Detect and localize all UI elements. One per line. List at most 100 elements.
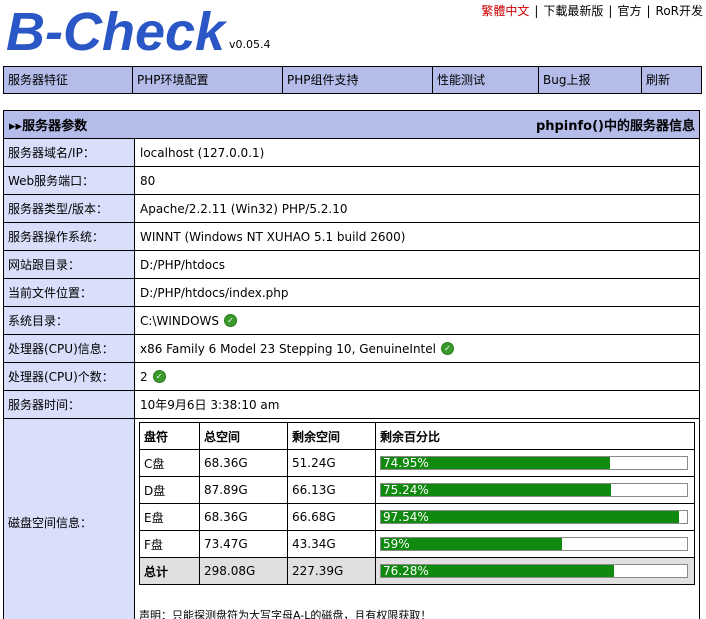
row-domain-ip: 服务器域名/IP： localhost (127.0.0.1) [4,139,699,167]
disk-cell: 盘符 总空间 剩余空间 剩余百分比 C盘 68.36G 51.24G 74.95… [135,419,699,619]
panel-header: ▸▸服务器参数 phpinfo()中的服务器信息 [4,111,699,139]
free-cell: 227.39G [287,557,376,585]
row-label: Web服务端口： [4,167,135,194]
table-row-total: 总计 298.08G 227.39G 76.28% [139,557,695,585]
row-label: 服务器时间： [4,391,135,418]
panel-title: 服务器参数 [22,119,88,134]
server-params-panel: ▸▸服务器参数 phpinfo()中的服务器信息 服务器域名/IP： localh… [3,110,700,619]
row-label: 磁盘空间信息： [4,419,135,619]
percent-cell: 75.24% [375,476,695,504]
free-cell: 51.24G [287,449,376,477]
row-value: 2 [140,369,148,384]
row-value: 80 [140,173,156,188]
separator: | [646,4,651,18]
check-icon[interactable]: ✓ [152,370,166,383]
total-cell: 298.08G [199,557,288,585]
drive-cell: C盘 [139,449,200,477]
progress-bar: 76.28% [380,564,688,578]
nav-item-php-components[interactable]: PHP组件支持 [283,67,433,93]
nav-item-performance[interactable]: 性能测试 [433,67,539,93]
separator: | [608,4,613,18]
panel-right-title: phpinfo()中的服务器信息 [535,119,695,134]
drive-cell: F盘 [139,530,200,558]
free-cell: 43.34G [287,530,376,558]
column-header: 剩余空间 [287,422,376,450]
row-value: C:\WINDOWS [140,313,220,328]
row-value: 10年9月6日 3:38:10 am [140,398,280,412]
progress-bar: 75.24% [380,483,688,497]
row-value: D:/PHP/htdocs [140,257,225,272]
nav-item-php-config[interactable]: PHP环境配置 [133,67,283,93]
progress-label: 75.24% [383,483,429,497]
link-traditional-chinese[interactable]: 繁體中文 [481,4,529,18]
row-server-os: 服务器操作系统： WINNT (Windows NT XUHAO 5.1 buil… [4,223,699,251]
total-cell: 68.36G [199,449,288,477]
percent-cell: 97.54% [375,503,695,531]
total-cell: 68.36G [199,503,288,531]
main-nav: 服务器特征 PHP环境配置 PHP组件支持 性能测试 Bug上报 刷新 [3,66,702,94]
disk-note: 声明：只能探测盘符为大写字母A-L的磁盘，且有权限获取！ [139,609,432,619]
row-value-wrap: x86 Family 6 Model 23 Stepping 10, Genui… [135,335,699,362]
row-server-type: 服务器类型/版本： Apache/2.2.11 (Win32) PHP/5.2.1… [4,195,699,223]
disk-table-header: 盘符 总空间 剩余空间 剩余百分比 [139,422,695,450]
table-row: F盘 73.47G 43.34G 59% [139,530,695,558]
column-header: 剩余百分比 [375,422,695,450]
column-header: 盘符 [139,422,200,450]
row-value: x86 Family 6 Model 23 Stepping 10, Genui… [140,341,436,356]
row-server-time: 服务器时间： 10年9月6日 3:38:10 am [4,391,699,419]
row-value: Apache/2.2.11 (Win32) PHP/5.2.10 [140,201,348,216]
row-label: 服务器类型/版本： [4,195,135,222]
progress-bar: 74.95% [380,456,688,470]
row-web-port: Web服务端口： 80 [4,167,699,195]
row-cpu-info: 处理器(CPU)信息： x86 Family 6 Model 23 Steppin… [4,335,699,363]
panel-title-wrap: ▸▸服务器参数 [9,115,87,134]
progress-label: 76.28% [383,564,429,578]
column-header: 总空间 [199,422,288,450]
row-label: 系统目录： [4,307,135,334]
separator: | [534,4,539,18]
row-disk-space: 磁盘空间信息： 盘符 总空间 剩余空间 剩余百分比 C盘 68.36G 51.2… [4,419,699,619]
nav-item-bug-report[interactable]: Bug上报 [539,67,642,93]
drive-cell: E盘 [139,503,200,531]
row-value: D:/PHP/htdocs/index.php [140,285,289,300]
free-cell: 66.13G [287,476,376,504]
row-value-wrap: C:\WINDOWS ✓ [135,307,699,334]
row-value-wrap: 2 ✓ [135,363,699,390]
row-label: 当前文件位置： [4,279,135,306]
row-label: 服务器域名/IP： [4,139,135,166]
logo[interactable]: B-Check [6,2,225,62]
row-value: WINNT (Windows NT XUHAO 5.1 build 2600) [140,229,406,244]
free-cell: 66.68G [287,503,376,531]
check-icon[interactable]: ✓ [224,314,238,327]
progress-label: 59% [383,537,410,551]
top-links: 繁體中文 | 下載最新版 | 官方 | RoR开发 [481,2,703,19]
link-ror-dev[interactable]: RoR开发 [656,4,703,18]
row-web-root: 网站跟目录： D:/PHP/htdocs [4,251,699,279]
total-cell: 87.89G [199,476,288,504]
drive-cell: 总计 [139,557,200,585]
percent-cell: 59% [375,530,695,558]
progress-bar: 97.54% [380,510,688,524]
double-arrow-icon: ▸▸ [9,119,23,134]
link-download-latest[interactable]: 下載最新版 [543,4,603,18]
row-current-file: 当前文件位置： D:/PHP/htdocs/index.php [4,279,699,307]
row-system-dir: 系统目录： C:\WINDOWS ✓ [4,307,699,335]
progress-bar: 59% [380,537,688,551]
version-label: v0.05.4 [229,38,271,51]
table-row: C盘 68.36G 51.24G 74.95% [139,449,695,477]
progress-label: 74.95% [383,456,429,470]
progress-label: 97.54% [383,510,429,524]
brand: B-Check [6,2,225,62]
row-value: localhost (127.0.0.1) [140,145,265,160]
nav-item-server-features[interactable]: 服务器特征 [4,67,133,93]
disk-table: 盘符 总空间 剩余空间 剩余百分比 C盘 68.36G 51.24G 74.95… [139,422,695,585]
table-row: E盘 68.36G 66.68G 97.54% [139,503,695,531]
drive-cell: D盘 [139,476,200,504]
row-label: 服务器操作系统： [4,223,135,250]
nav-item-refresh[interactable]: 刷新 [642,67,701,93]
row-cpu-count: 处理器(CPU)个数： 2 ✓ [4,363,699,391]
check-icon[interactable]: ✓ [440,342,454,355]
row-label: 网站跟目录： [4,251,135,278]
link-official[interactable]: 官方 [617,4,641,18]
percent-cell: 74.95% [375,449,695,477]
